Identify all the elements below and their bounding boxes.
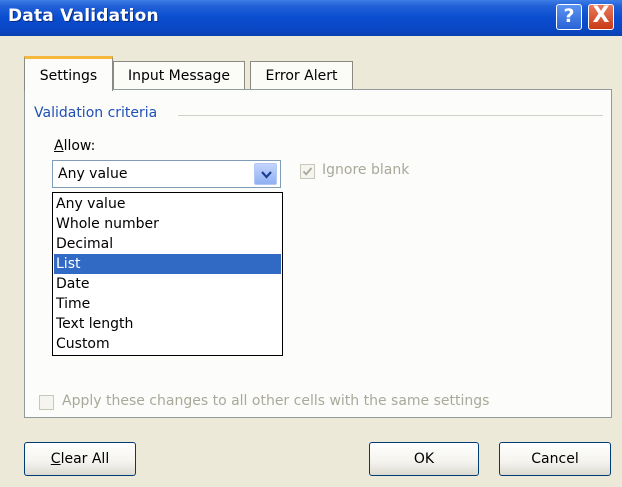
clear-all-label: lear All — [60, 451, 110, 467]
tab-input-message[interactable]: Input Message — [113, 61, 245, 90]
group-divider — [178, 115, 603, 116]
allow-dropdown-list: Any value Whole number Decimal List Date… — [52, 192, 283, 356]
data-validation-dialog: Data Validation ? X Settings Input Messa… — [0, 0, 622, 487]
title-bar: Data Validation ? X — [0, 0, 622, 36]
list-item[interactable]: Date — [54, 274, 281, 294]
help-icon: ? — [563, 5, 575, 27]
apply-to-all-label: Apply these changes to all other cells w… — [62, 393, 490, 409]
clear-all-button[interactable]: Clear All — [24, 442, 136, 476]
ok-button[interactable]: OK — [369, 442, 479, 476]
clear-all-mnemonic: C — [50, 451, 61, 467]
chevron-down-icon — [261, 171, 272, 179]
list-item-selected[interactable]: List — [54, 254, 281, 274]
checkmark-icon — [302, 167, 313, 176]
close-icon: X — [592, 3, 610, 28]
allow-combobox[interactable]: Any value — [52, 160, 281, 188]
allow-label: Allow: — [54, 138, 96, 154]
list-item[interactable]: Any value — [54, 194, 281, 214]
list-item[interactable]: Text length — [54, 314, 281, 334]
validation-criteria-label: Validation criteria — [34, 105, 158, 121]
apply-to-all-checkbox[interactable] — [39, 395, 54, 410]
ignore-blank-checkbox[interactable] — [300, 164, 315, 179]
ignore-blank-label: Ignore blank — [322, 162, 410, 178]
help-button[interactable]: ? — [556, 4, 582, 30]
cancel-button[interactable]: Cancel — [499, 442, 611, 476]
list-item[interactable]: Decimal — [54, 234, 281, 254]
combobox-dropdown-button[interactable] — [254, 163, 277, 185]
allow-selected-value: Any value — [58, 166, 128, 182]
list-item[interactable]: Custom — [54, 334, 281, 354]
list-item[interactable]: Time — [54, 294, 281, 314]
tab-settings[interactable]: Settings — [24, 56, 113, 91]
close-button[interactable]: X — [588, 4, 614, 30]
tab-error-alert[interactable]: Error Alert — [250, 61, 353, 90]
list-item[interactable]: Whole number — [54, 214, 281, 234]
window-title: Data Validation — [8, 6, 159, 26]
